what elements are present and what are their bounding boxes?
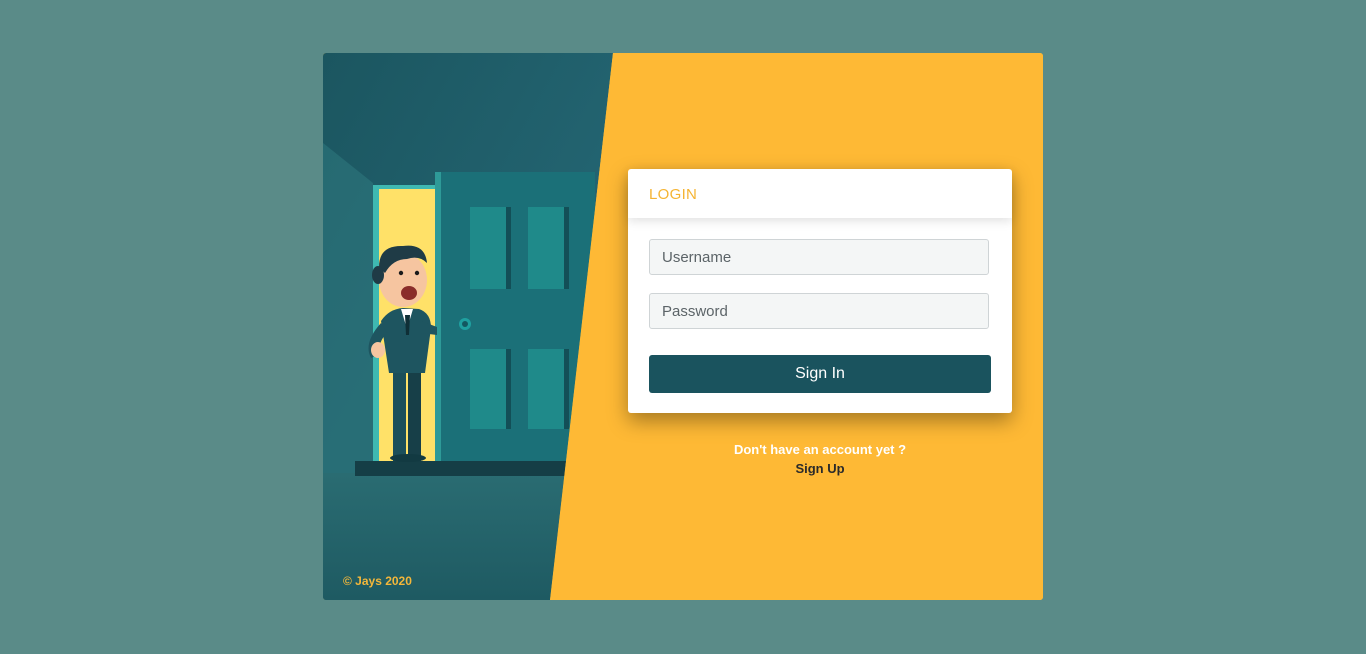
sign-in-button[interactable]: Sign In: [649, 355, 991, 393]
password-input[interactable]: [649, 293, 989, 329]
copyright-text: © Jays 2020: [343, 574, 412, 588]
login-form: LOGIN Sign In: [628, 169, 1012, 413]
login-header: LOGIN: [628, 169, 1012, 218]
sign-up-link[interactable]: Sign Up: [628, 459, 1012, 478]
login-title: LOGIN: [649, 186, 698, 203]
username-input[interactable]: [649, 239, 989, 275]
signup-prompt: Don't have an account yet ?: [733, 442, 907, 457]
login-card: © Jays 2020 LOGIN Sign In Don't have an …: [323, 53, 1043, 600]
signup-section: Don't have an account yet ? Sign Up: [628, 440, 1012, 478]
